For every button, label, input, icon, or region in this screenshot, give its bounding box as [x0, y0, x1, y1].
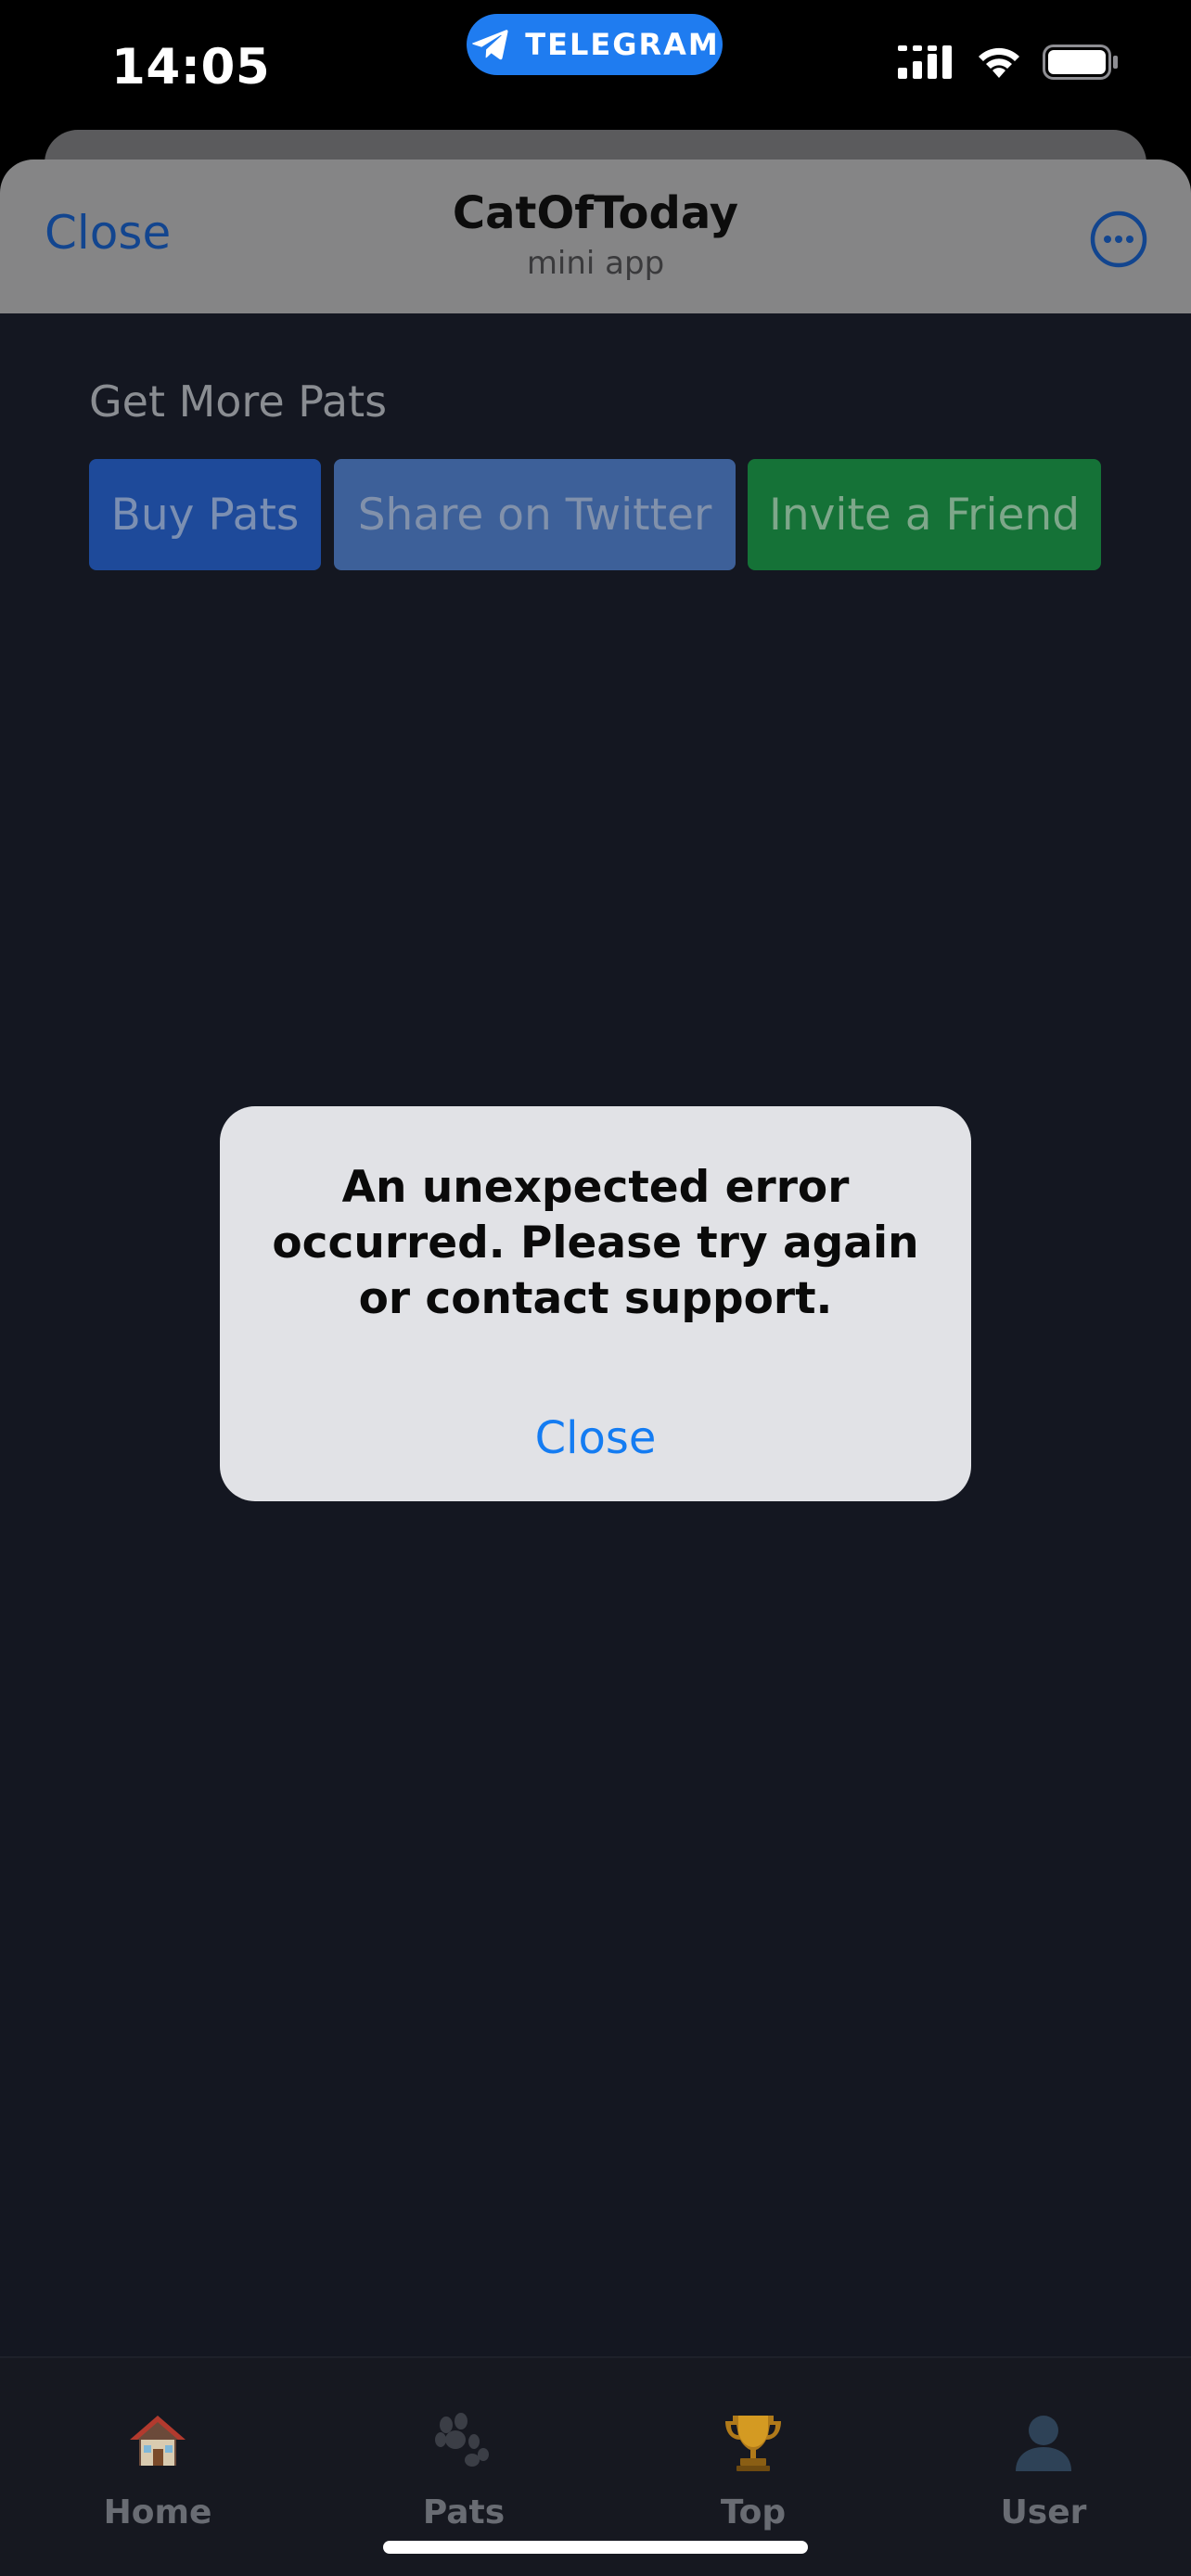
nav-item-top[interactable]: Top: [642, 2358, 864, 2553]
mini-app-header: Close CatOfToday mini app: [0, 159, 1191, 313]
app-subtitle: mini app: [526, 245, 665, 282]
buy-pats-button[interactable]: Buy Pats: [89, 459, 321, 570]
nav-label-pats: Pats: [422, 2493, 506, 2531]
user-silhouette-icon: [932, 2406, 1155, 2477]
status-bar: 14:05 TELEGRAM: [0, 0, 1191, 134]
nav-label-top: Top: [720, 2493, 787, 2531]
telegram-plane-icon: [472, 30, 508, 60]
nav-label-user: User: [1000, 2493, 1087, 2531]
telegram-label: TELEGRAM: [525, 27, 720, 62]
nav-item-pats[interactable]: Pats: [352, 2358, 575, 2553]
share-twitter-button[interactable]: Share on Twitter: [334, 459, 736, 570]
nav-item-home[interactable]: Home: [46, 2358, 269, 2553]
status-time: 14:05: [111, 39, 271, 96]
cellular-signal-icon: [898, 45, 952, 79]
paw-icon: [352, 2406, 575, 2477]
nav-label-home: Home: [103, 2493, 212, 2531]
section-title: Get More Pats: [89, 376, 388, 427]
telegram-return-pill[interactable]: TELEGRAM: [467, 14, 723, 75]
alert-close-button[interactable]: Close: [220, 1412, 971, 1464]
home-indicator[interactable]: [383, 2541, 808, 2554]
alert-message: An unexpected error occurred. Please try…: [272, 1162, 919, 1324]
trophy-icon: [642, 2406, 864, 2477]
wifi-icon: [979, 47, 1019, 78]
status-icons: [898, 45, 1119, 80]
more-options-icon[interactable]: [1089, 210, 1148, 269]
app-title: CatOfToday: [452, 187, 739, 239]
invite-friend-button[interactable]: Invite a Friend: [748, 459, 1101, 570]
house-icon: [46, 2406, 269, 2477]
battery-icon: [1043, 45, 1118, 80]
phone-screen: 14:05 TELEGRAM Close CatOfToday mini app…: [0, 0, 1191, 2576]
error-alert-dialog: An unexpected error occurred. Please try…: [220, 1106, 971, 1501]
nav-item-user[interactable]: User: [932, 2358, 1155, 2553]
